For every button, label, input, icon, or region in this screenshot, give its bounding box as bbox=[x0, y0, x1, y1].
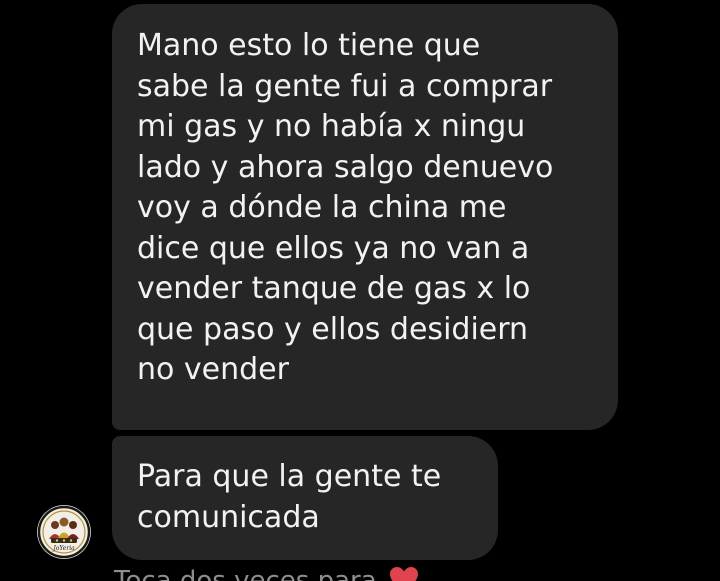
avatar-caption: JoYeria bbox=[51, 545, 75, 552]
message-bubble[interactable]: Mano esto lo tiene que sabe la gente fui… bbox=[112, 4, 618, 430]
sender-avatar[interactable]: JoYeria bbox=[37, 505, 91, 559]
heart-icon[interactable] bbox=[389, 566, 419, 581]
reaction-hint: Toca dos veces para bbox=[114, 566, 419, 581]
message-bubble[interactable]: Para que la gente te comunicada bbox=[112, 436, 498, 560]
profile-avatar-icon: JoYeria bbox=[37, 505, 91, 559]
heart-shape bbox=[389, 567, 418, 581]
reaction-hint-text: Toca dos veces para bbox=[114, 566, 377, 581]
